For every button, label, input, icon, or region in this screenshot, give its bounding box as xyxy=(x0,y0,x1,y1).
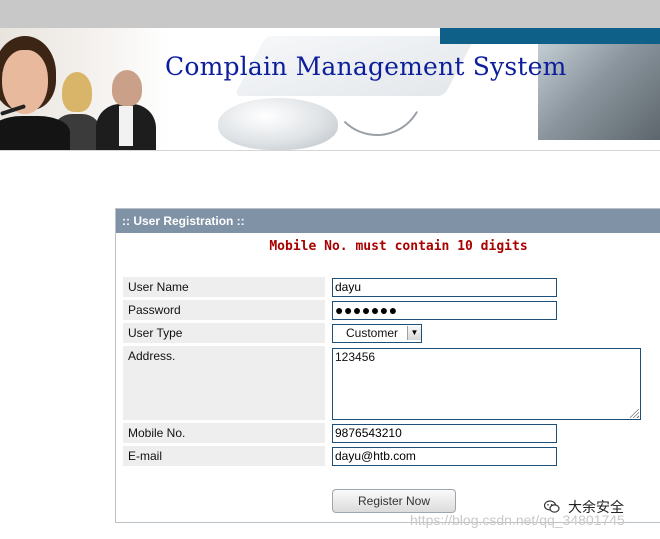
site-title: Complain Management System xyxy=(165,52,567,81)
user-type-label: User Type xyxy=(123,323,325,343)
mobile-input[interactable]: 9876543210 xyxy=(332,424,557,443)
mobile-label: Mobile No. xyxy=(123,423,325,443)
password-input[interactable]: ●●●●●●● xyxy=(332,301,557,320)
address-label: Address. xyxy=(123,346,325,420)
resize-handle-icon[interactable] xyxy=(630,409,639,418)
wechat-icon xyxy=(544,500,560,513)
chevron-down-icon[interactable]: ▼ xyxy=(407,326,421,340)
address-textarea[interactable]: 123456 xyxy=(332,348,641,420)
username-input[interactable]: dayu xyxy=(332,278,557,297)
mouse-image xyxy=(218,98,338,150)
browser-top-bar xyxy=(0,0,660,28)
password-label: Password xyxy=(123,300,325,320)
wechat-label: 大余安全 xyxy=(568,499,624,515)
username-label: User Name xyxy=(123,277,325,297)
email-input[interactable]: dayu@htb.com xyxy=(332,447,557,466)
registration-panel: :: User Registration :: Mobile No. must … xyxy=(115,208,660,523)
email-label: E-mail xyxy=(123,446,325,466)
site-banner: Complain Management System xyxy=(0,28,660,151)
register-now-button[interactable]: Register Now xyxy=(332,489,456,513)
wechat-watermark: 大余安全 xyxy=(544,497,624,517)
panel-title: :: User Registration :: xyxy=(116,209,660,233)
address-value: 123456 xyxy=(335,350,376,364)
banner-accent-strip xyxy=(440,28,660,44)
user-type-value: Customer xyxy=(346,326,399,340)
error-message: Mobile No. must contain 10 digits xyxy=(269,239,528,254)
mouse-cable-image xyxy=(330,88,424,136)
support-team-photo xyxy=(0,28,170,150)
user-type-select[interactable]: Customer ▼ xyxy=(332,324,422,343)
